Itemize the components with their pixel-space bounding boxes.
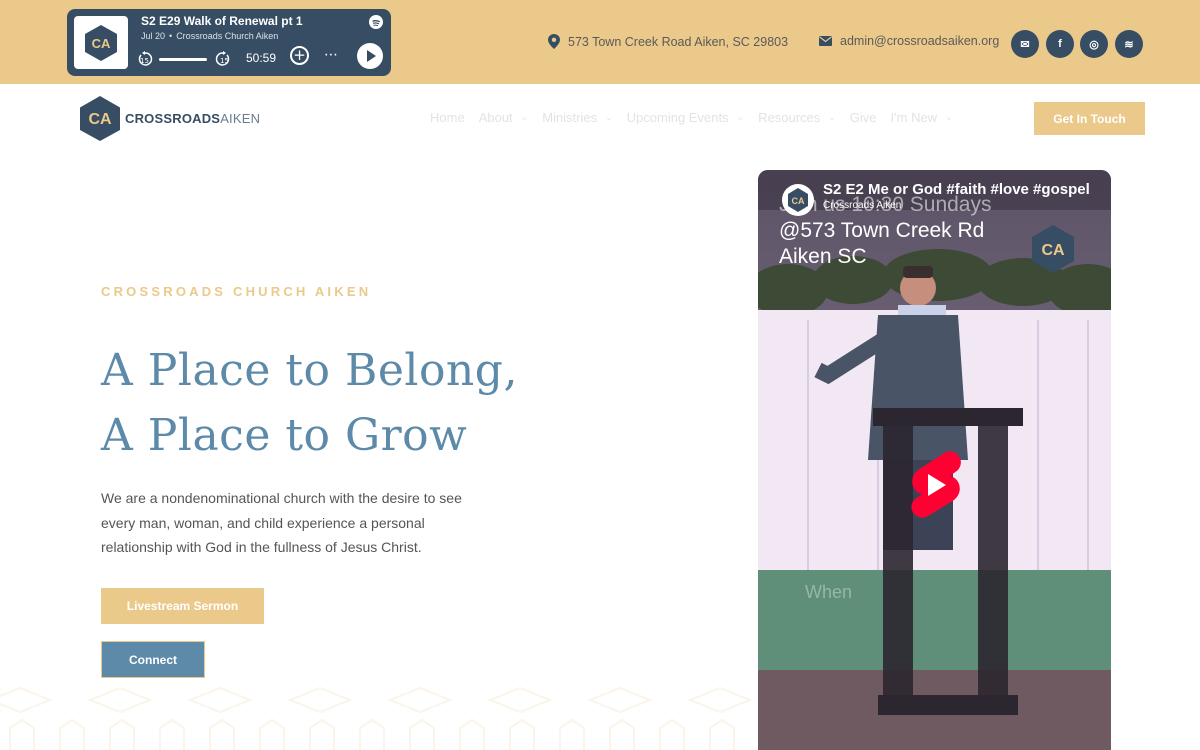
meta-separator: • xyxy=(169,31,173,41)
svg-text:CA: CA xyxy=(88,111,112,128)
nav-item-about[interactable]: About ⌄ xyxy=(479,110,529,125)
svg-text:CA: CA xyxy=(792,196,805,206)
more-options-button[interactable]: ⋯ xyxy=(324,47,339,63)
video-channel[interactable]: Crossroads Aiken xyxy=(823,200,901,211)
facebook-icon: f xyxy=(1058,38,1062,50)
social-spotify-button[interactable]: ≋ xyxy=(1115,30,1143,58)
svg-text:CA: CA xyxy=(92,36,111,51)
address-link[interactable]: 573 Town Creek Road Aiken, SC 29803 xyxy=(548,34,788,49)
video-caption: When xyxy=(805,582,853,602)
church-logo-icon: CA xyxy=(788,188,808,212)
spotify-icon[interactable] xyxy=(369,15,383,29)
social-facebook-button[interactable]: f xyxy=(1046,30,1074,58)
chevron-down-icon: ⌄ xyxy=(520,112,529,122)
social-email-button[interactable]: ✉ xyxy=(1011,30,1039,58)
channel-avatar[interactable]: CA xyxy=(782,184,814,216)
envelope-icon xyxy=(819,36,832,46)
nav-item-upcoming-events[interactable]: Upcoming Events ⌄ xyxy=(627,110,744,125)
hero-eyebrow: CROSSROADS CHURCH AIKEN xyxy=(101,284,372,299)
skip-back-button[interactable]: 15 xyxy=(137,51,153,71)
episode-artwork[interactable]: CA xyxy=(74,16,128,69)
episode-duration: 50:59 xyxy=(246,51,277,65)
decorative-pattern xyxy=(0,686,753,750)
video-overlay-line2: @573 Town Creek Rd xyxy=(779,219,985,242)
svg-text:CA: CA xyxy=(1041,242,1065,259)
chevron-down-icon: ⌄ xyxy=(605,112,613,122)
chevron-down-icon: ⌄ xyxy=(736,112,745,122)
church-logo-icon: CA xyxy=(80,96,120,141)
video-overlay-line3: Aiken SC xyxy=(779,245,867,268)
map-pin-icon xyxy=(548,34,560,49)
get-in-touch-button[interactable]: Get In Touch xyxy=(1034,102,1145,135)
top-bar: CA S2 E29 Walk of Renewal pt 1 Jul 20 • Cr… xyxy=(0,0,1200,84)
chevron-down-icon: ⌄ xyxy=(945,112,953,122)
episode-title[interactable]: S2 E29 Walk of Renewal pt 1 xyxy=(141,14,303,28)
video-title[interactable]: S2 E2 Me or God #faith #love #gospel xyxy=(823,181,1090,198)
skip-forward-button[interactable]: 15 xyxy=(215,51,231,71)
logo-wordmark: CROSSROADSAIKEN xyxy=(125,111,261,126)
progress-bar[interactable] xyxy=(159,58,207,61)
episode-date: Jul 20 xyxy=(141,31,166,41)
nav-item-ministries[interactable]: Ministries ⌄ xyxy=(542,110,612,125)
show-name[interactable]: Crossroads Church Aiken xyxy=(176,31,278,41)
chevron-down-icon: ⌄ xyxy=(828,112,836,122)
skip-forward-seconds: 15 xyxy=(220,57,229,65)
nav-item-give[interactable]: Give xyxy=(850,110,877,125)
email-text: admin@crossroadsaiken.org xyxy=(840,34,1000,48)
youtube-shorts-play-icon[interactable] xyxy=(906,450,964,520)
video-embed[interactable]: CA Join us 10:30 Sundays @573 Town Creek… xyxy=(758,170,1111,750)
spotify-player: CA S2 E29 Walk of Renewal pt 1 Jul 20 • Cr… xyxy=(67,9,391,76)
instagram-icon: ◎ xyxy=(1089,38,1099,51)
play-button[interactable] xyxy=(357,43,383,69)
add-episode-button[interactable]: + xyxy=(290,46,309,65)
main-nav: Home About ⌄ Ministries ⌄ Upcoming Events ⌄… xyxy=(430,110,967,125)
church-logo-icon: CA xyxy=(85,24,117,61)
email-link[interactable]: admin@crossroadsaiken.org xyxy=(819,34,999,48)
hero-headline: A Place to Belong, A Place to Grow xyxy=(101,345,518,461)
spotify-icon: ≋ xyxy=(1124,38,1134,51)
episode-meta: Jul 20 • Crossroads Church Aiken xyxy=(141,31,278,41)
social-instagram-button[interactable]: ◎ xyxy=(1080,30,1108,58)
nav-item-im-new[interactable]: I'm New ⌄ xyxy=(891,110,953,125)
hero-description: We are a nondenominational church with t… xyxy=(101,490,462,555)
livestream-sermon-button[interactable]: Livestream Sermon xyxy=(101,588,264,624)
site-logo[interactable]: CA CROSSROADSAIKEN xyxy=(79,95,260,142)
nav-item-home[interactable]: Home xyxy=(430,110,465,125)
nav-item-resources[interactable]: Resources ⌄ xyxy=(758,110,836,125)
address-text: 573 Town Creek Road Aiken, SC 29803 xyxy=(568,34,789,49)
connect-button[interactable]: Connect xyxy=(101,641,205,678)
skip-back-seconds: 15 xyxy=(140,57,149,65)
envelope-icon: ✉ xyxy=(1020,38,1030,51)
